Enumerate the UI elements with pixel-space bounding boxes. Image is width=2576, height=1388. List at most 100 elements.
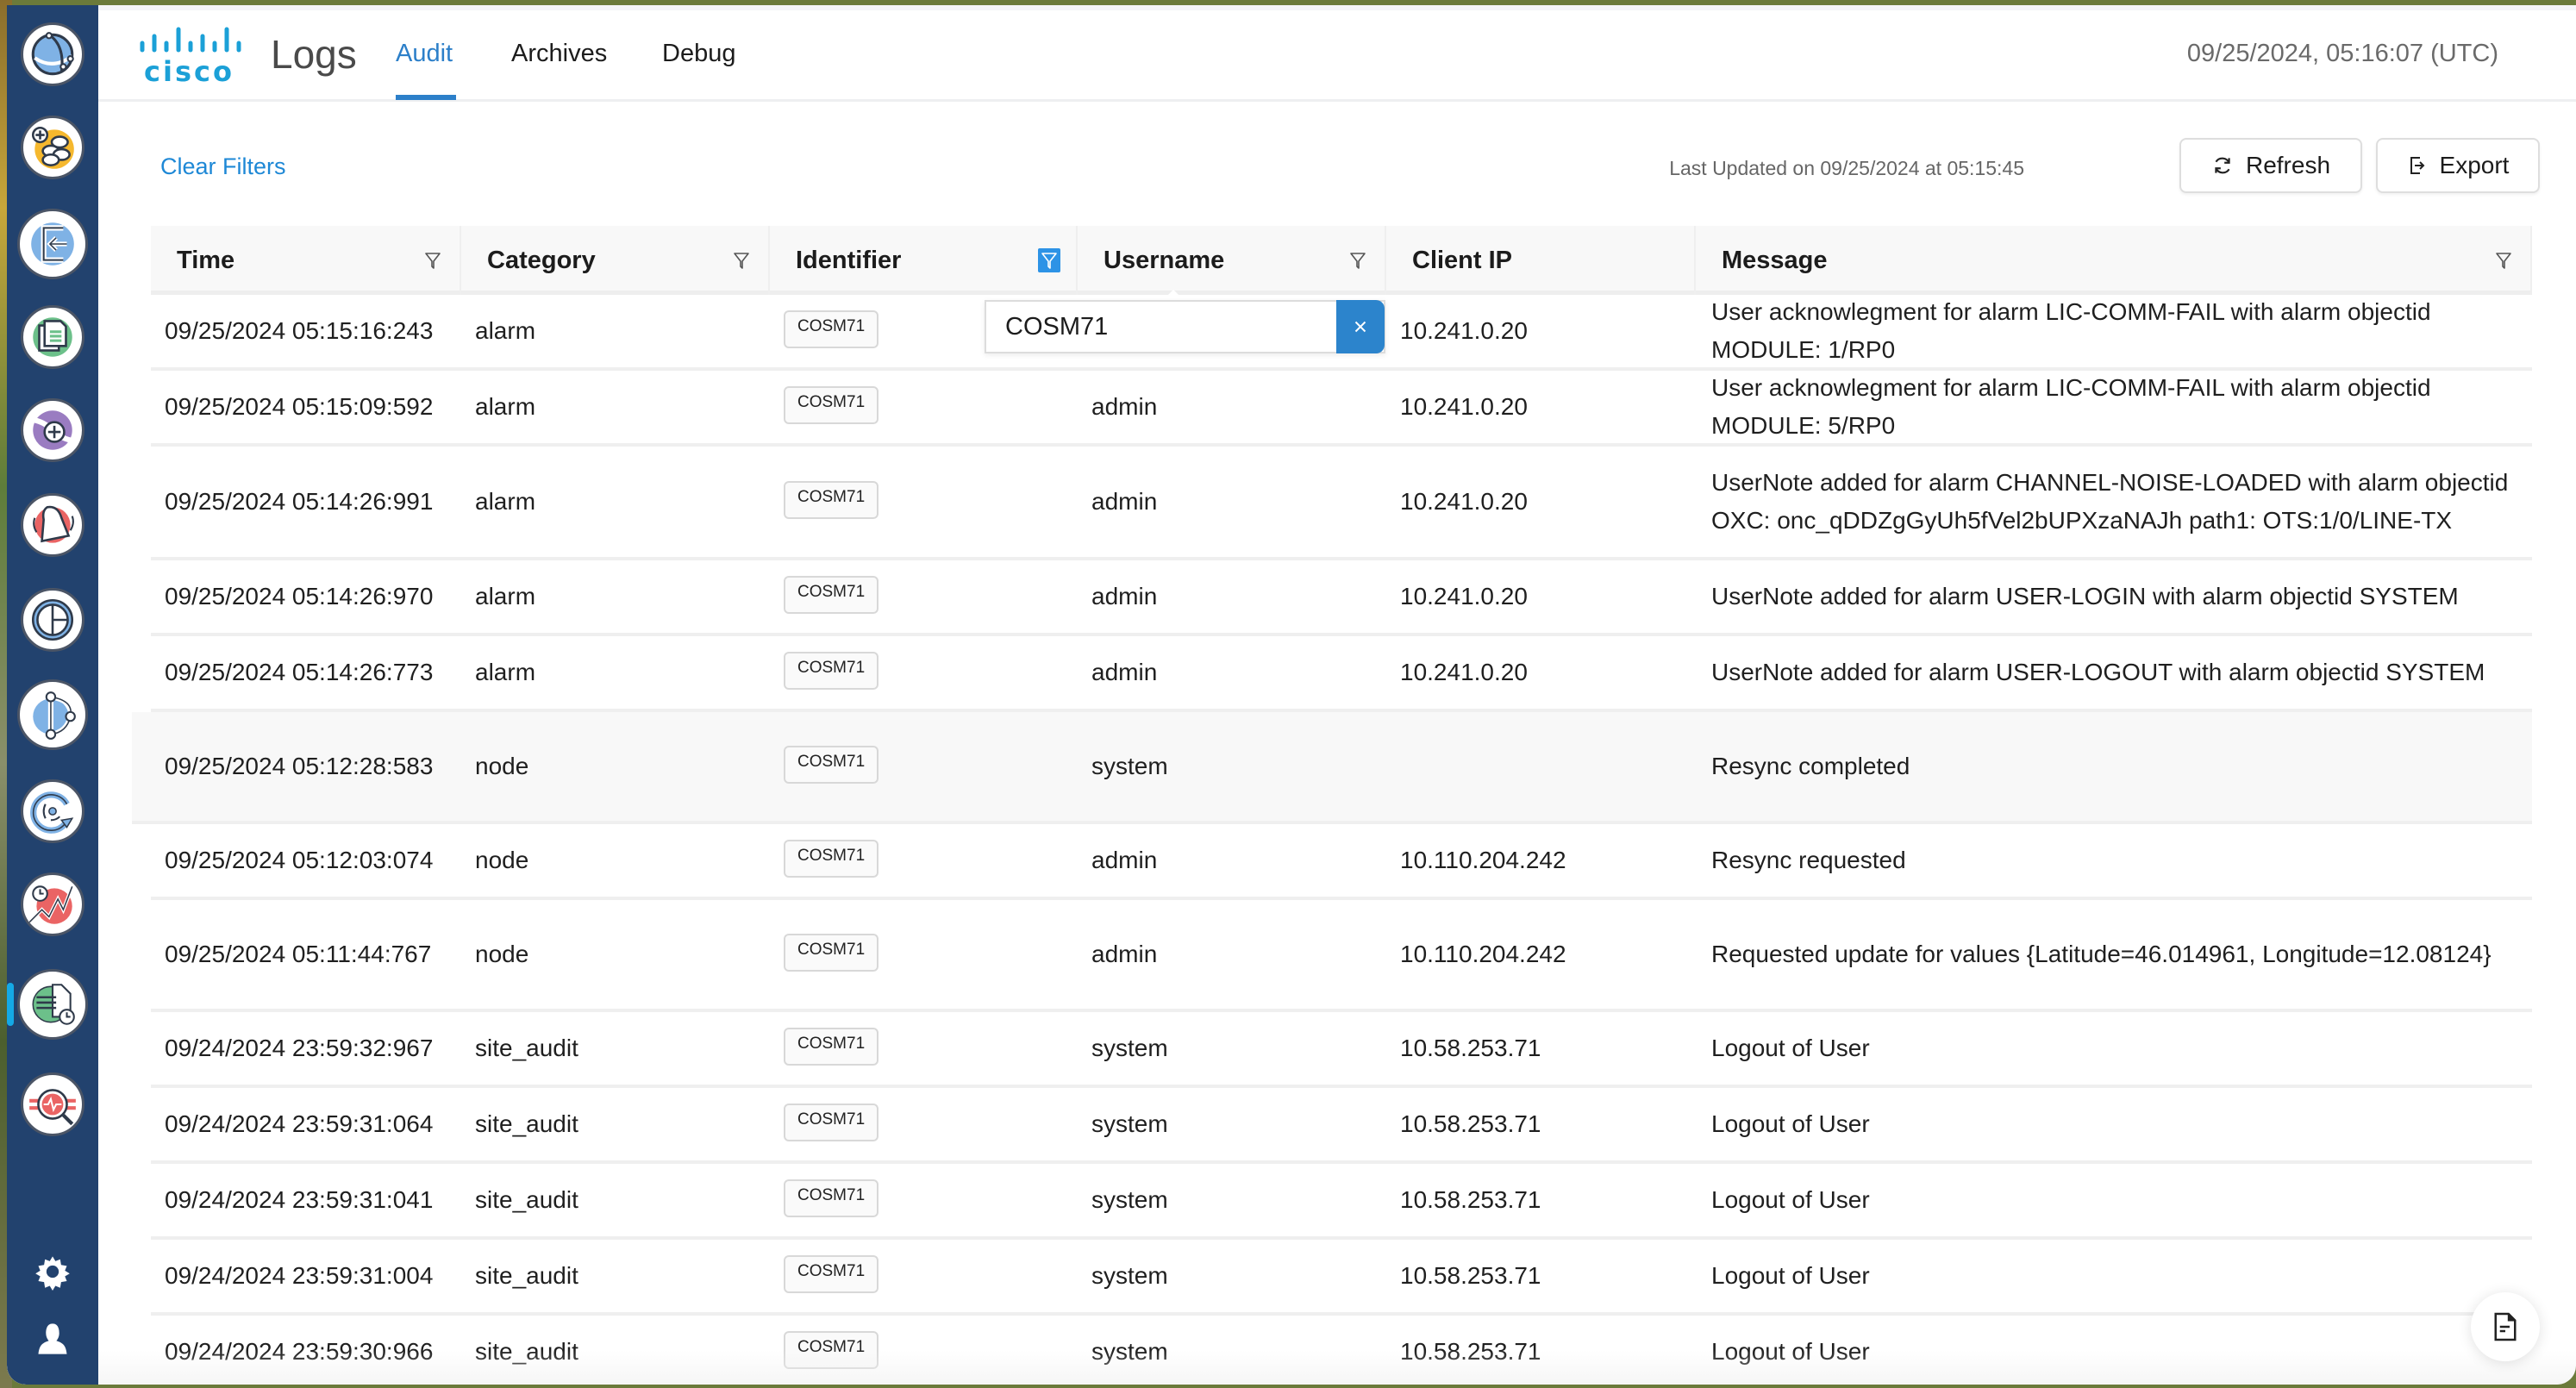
cell-text: system <box>1091 1338 1168 1365</box>
cell-message: Logout of User <box>1711 1164 2532 1236</box>
cell-text: alarm <box>475 488 536 515</box>
user-profile-button[interactable] <box>33 1319 72 1359</box>
cell-identifier: COSM71 <box>784 447 1078 557</box>
table-row[interactable]: 09/24/2024 23:59:31:004 site_audit COSM71 s… <box>151 1240 2532 1316</box>
sidebar-item-performance[interactable] <box>21 872 84 936</box>
active-tab-underline <box>396 95 456 100</box>
cell-text: 10.58.253.71 <box>1400 1262 1541 1289</box>
column-header-client-ip[interactable]: Client IP <box>1386 226 1696 295</box>
notes-floating-button[interactable] <box>2471 1292 2540 1361</box>
refresh-button[interactable]: Refresh <box>2179 138 2362 193</box>
sidebar-item-network[interactable] <box>21 22 84 86</box>
identifier-badge[interactable]: COSM71 <box>784 934 879 972</box>
cell-username: admin <box>1091 636 1386 709</box>
settings-button[interactable] <box>33 1252 72 1291</box>
sidebar-item-sync[interactable] <box>21 779 84 843</box>
cell-client-ip: 10.58.253.71 <box>1400 1240 1696 1312</box>
cell-text: User acknowlegment for alarm LIC-COMM-FA… <box>1711 374 2431 439</box>
column-header-identifier[interactable]: Identifier <box>770 226 1078 295</box>
tab-debug[interactable]: Debug <box>662 40 735 68</box>
sidebar-item-topology[interactable] <box>17 679 88 750</box>
sidebar-item-add-link[interactable] <box>21 398 84 462</box>
export-icon <box>2410 157 2424 174</box>
cell-category: site_audit <box>475 1164 770 1236</box>
identifier-badge[interactable]: COSM71 <box>784 386 879 424</box>
identifier-badge[interactable]: COSM71 <box>784 652 879 690</box>
identifier-filter-input[interactable] <box>986 302 1340 352</box>
column-header-time[interactable]: Time <box>151 226 461 295</box>
sidebar-item-logs[interactable] <box>17 969 88 1040</box>
identifier-badge[interactable]: COSM71 <box>784 1104 879 1141</box>
identifier-badge[interactable]: COSM71 <box>784 481 879 519</box>
table-row[interactable]: 09/25/2024 05:12:28:583 node COSM71 system R… <box>132 712 2532 824</box>
cell-client-ip: 10.241.0.20 <box>1400 560 1696 633</box>
table-row[interactable]: 09/25/2024 05:12:03:074 node COSM71 admin 10… <box>151 824 2532 900</box>
cell-time: 09/25/2024 05:12:03:074 <box>165 824 461 897</box>
table-row[interactable]: 09/25/2024 05:11:44:767 node COSM71 admin 10… <box>151 900 2532 1012</box>
cell-username: system <box>1091 1316 1386 1385</box>
active-indicator <box>7 983 14 1026</box>
filter-icon[interactable] <box>1038 248 1060 272</box>
cell-category: alarm <box>475 371 770 443</box>
table-row[interactable]: 09/25/2024 05:14:26:991 alarm COSM71 admin 1… <box>151 447 2532 560</box>
identifier-badge[interactable]: COSM71 <box>784 1331 879 1369</box>
cell-identifier: COSM71 <box>784 1012 1078 1085</box>
sidebar-item-documents[interactable] <box>21 305 84 369</box>
gear-icon <box>35 1256 70 1291</box>
filter-icon[interactable] <box>2492 248 2515 272</box>
filter-icon[interactable] <box>422 248 444 272</box>
clear-filters-link[interactable]: Clear Filters <box>160 153 286 180</box>
diagnostics-search-icon <box>29 1089 76 1126</box>
export-label: Export <box>2439 152 2510 178</box>
cell-username: system <box>1091 712 1386 821</box>
cell-text: site_audit <box>475 1338 578 1365</box>
sidebar-item-reports[interactable] <box>21 588 84 652</box>
add-devices-icon <box>31 126 74 169</box>
sidebar-item-import[interactable] <box>17 209 88 279</box>
identifier-badge[interactable]: COSM71 <box>784 746 879 784</box>
sidebar-item-alarms[interactable] <box>21 493 84 557</box>
clear-identifier-filter-button[interactable] <box>1336 300 1385 353</box>
cell-text: node <box>475 753 529 779</box>
table-row[interactable]: 09/25/2024 05:15:09:592 alarm COSM71 admin 1… <box>151 371 2532 447</box>
cell-text: 10.58.253.71 <box>1400 1035 1541 1061</box>
table-row[interactable]: 09/24/2024 23:59:32:967 site_audit COSM71 s… <box>151 1012 2532 1088</box>
cell-category: site_audit <box>475 1012 770 1085</box>
table-row[interactable]: 09/24/2024 23:59:31:041 site_audit COSM71 s… <box>151 1164 2532 1240</box>
identifier-badge[interactable]: COSM71 <box>784 840 879 878</box>
cell-username: system <box>1091 1240 1386 1312</box>
filter-icon[interactable] <box>730 248 753 272</box>
pie-chart-icon <box>31 598 74 641</box>
cell-client-ip: 10.241.0.20 <box>1400 295 1696 367</box>
cell-time: 09/24/2024 23:59:31:064 <box>165 1088 461 1160</box>
export-button[interactable]: Export <box>2376 138 2540 193</box>
filter-icon[interactable] <box>1347 248 1369 272</box>
table-row[interactable]: 09/24/2024 23:59:30:966 site_audit COSM71 s… <box>151 1316 2532 1385</box>
table-row[interactable]: 09/25/2024 05:14:26:773 alarm COSM71 admin 1… <box>151 636 2532 712</box>
cell-text: Logout of User <box>1711 1186 1870 1213</box>
identifier-badge[interactable]: COSM71 <box>784 576 879 614</box>
column-header-category[interactable]: Category <box>461 226 770 295</box>
identifier-badge[interactable]: COSM71 <box>784 1028 879 1066</box>
cell-text: Logout of User <box>1711 1338 1870 1365</box>
cell-message: UserNote added for alarm CHANNEL-NOISE-L… <box>1711 447 2532 557</box>
column-header-message[interactable]: Message <box>1696 226 2532 295</box>
close-icon <box>1354 321 1366 333</box>
sidebar-item-add-devices[interactable] <box>21 116 84 179</box>
identifier-badge[interactable]: COSM71 <box>784 310 879 348</box>
cell-username: admin <box>1091 824 1386 897</box>
column-header-username[interactable]: Username <box>1078 226 1386 295</box>
tab-archives[interactable]: Archives <box>511 40 607 68</box>
identifier-badge[interactable]: COSM71 <box>784 1255 879 1293</box>
cell-text: admin <box>1091 393 1158 420</box>
identifier-badge[interactable]: COSM71 <box>784 1179 879 1217</box>
cell-text: system <box>1091 1110 1168 1137</box>
table-row[interactable]: 09/24/2024 23:59:31:064 site_audit COSM71 s… <box>151 1088 2532 1164</box>
sidebar-item-diagnostics[interactable] <box>21 1072 84 1136</box>
tab-audit[interactable]: Audit <box>396 40 453 68</box>
cell-message: UserNote added for alarm USER-LOGIN with… <box>1711 560 2532 633</box>
cell-text: admin <box>1091 659 1158 685</box>
cell-message: Resync requested <box>1711 824 2532 897</box>
table-row[interactable]: 09/25/2024 05:14:26:970 alarm COSM71 admin 1… <box>151 560 2532 636</box>
alarm-bell-icon <box>33 505 74 543</box>
